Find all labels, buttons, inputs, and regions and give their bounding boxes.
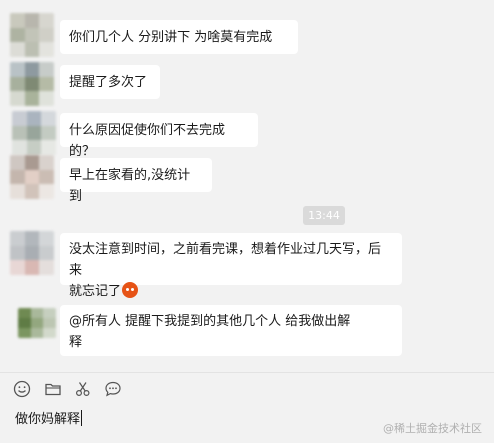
message-text-line: 没太注意到时间，之前看完课，想着作业过几天写，后来 xyxy=(69,242,382,278)
avatar[interactable] xyxy=(10,231,54,275)
avatar[interactable] xyxy=(10,155,54,199)
message-bubble[interactable]: @所有人 提醒下我提到的其他几个人 给我做出解 释 xyxy=(60,305,402,356)
message-text: 什么原因促使你们不去完成的？ xyxy=(69,123,226,159)
message-bubble[interactable]: 什么原因促使你们不去完成的？ xyxy=(60,113,258,159)
emoji-icon[interactable] xyxy=(12,379,32,399)
avatar[interactable] xyxy=(10,62,54,106)
message-text: 提醒了多次了 xyxy=(69,75,148,90)
scissors-icon[interactable] xyxy=(73,379,93,399)
avatar[interactable] xyxy=(18,308,56,338)
message-input-area[interactable]: 做你妈解释 @稀土掘金技术社区 xyxy=(0,373,494,443)
message-row: @所有人 提醒下我提到的其他几个人 给我做出解 释 xyxy=(0,300,494,356)
message-text-line: 释 xyxy=(69,335,83,350)
avatar[interactable] xyxy=(10,13,54,57)
message-text: 就忘记了 xyxy=(69,284,122,299)
text-caret xyxy=(81,410,83,426)
chat-history-icon[interactable] xyxy=(103,379,123,399)
message-row: 你们几个人 分别讲下 为啥莫有完成 xyxy=(0,13,494,57)
message-input-field[interactable]: 做你妈解释 xyxy=(15,408,83,427)
message-row: 没太注意到时间，之前看完课，想着作业过几天写，后来 就忘记了 xyxy=(0,229,494,299)
chat-message-area[interactable]: 你们几个人 分别讲下 为啥莫有完成 提醒了多次了 什么原因促使你们不去完成的？ xyxy=(0,0,494,372)
message-row: 早上在家看的,没统计到 xyxy=(0,155,494,204)
message-text: 你们几个人 分别讲下 为啥莫有完成 xyxy=(69,30,273,45)
message-row: 提醒了多次了 xyxy=(0,62,494,106)
draft-text: 做你妈解释 xyxy=(15,412,81,427)
folder-icon[interactable] xyxy=(43,379,63,399)
message-text-line: 就忘记了 xyxy=(69,281,393,302)
message-bubble[interactable]: 没太注意到时间，之前看完课，想着作业过几天写，后来 就忘记了 xyxy=(60,233,402,299)
message-row: 什么原因促使你们不去完成的？ xyxy=(0,111,494,159)
message-text: 早上在家看的,没统计到 xyxy=(69,168,191,204)
avatar[interactable] xyxy=(12,111,56,155)
timestamp: 13:44 xyxy=(303,206,345,225)
message-bubble[interactable]: 早上在家看的,没统计到 xyxy=(60,158,212,204)
message-bubble[interactable]: 你们几个人 分别讲下 为啥莫有完成 xyxy=(60,20,298,54)
message-text-line: @所有人 提醒下我提到的其他几个人 给我做出解 xyxy=(69,314,351,329)
angry-face-emoji-icon xyxy=(122,282,139,298)
watermark: @稀土掘金技术社区 xyxy=(383,422,482,435)
message-bubble[interactable]: 提醒了多次了 xyxy=(60,65,160,99)
